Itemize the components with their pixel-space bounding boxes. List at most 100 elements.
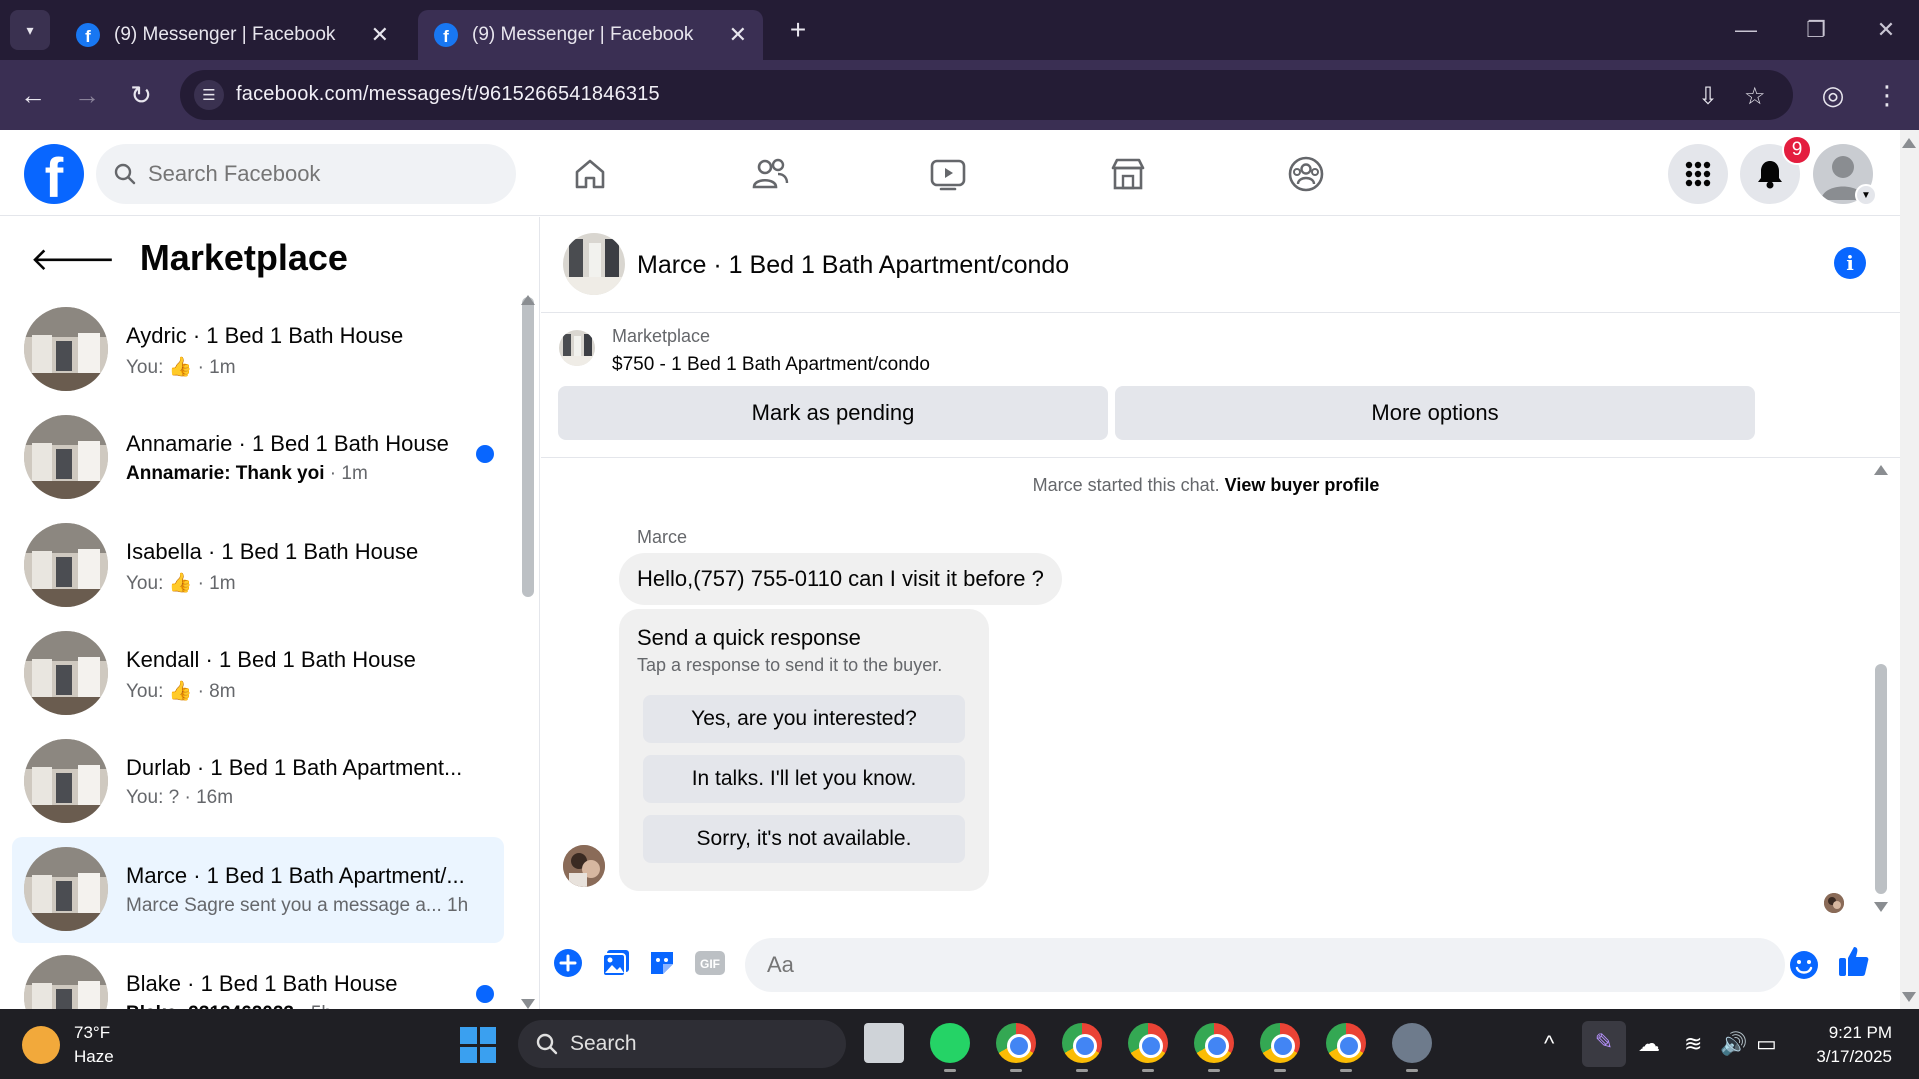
groups-icon[interactable] [1284,152,1328,196]
wifi-icon[interactable]: ≋ [1684,1031,1702,1057]
sticker-icon[interactable] [645,946,679,980]
gif-icon[interactable]: GIF [693,946,727,980]
marketplace-icon[interactable] [1106,152,1150,196]
task-view-icon[interactable] [864,1023,904,1063]
snippet-text: 👍 [168,357,193,378]
sender-name: Marce [637,527,688,547]
close-tab-icon[interactable]: ✕ [371,22,389,48]
facebook-logo[interactable]: f [24,144,84,204]
address-bar[interactable]: ☰ facebook.com/messages/t/96152665418463… [180,70,1793,120]
conversation-row[interactable]: Kendall · 1 Bed 1 Bath House You: 👍 · 8m [12,621,504,727]
chrome-icon[interactable] [996,1023,1036,1072]
reload-icon[interactable]: ↻ [120,74,162,116]
page-scrollbar[interactable] [1900,130,1919,1009]
quick-response-subtitle: Tap a response to send it to the buyer. [637,655,943,675]
scroll-down-arrow-icon[interactable] [1902,992,1916,1002]
plus-circle-icon[interactable] [551,946,585,980]
notification-count-badge: 9 [1782,135,1812,165]
whatsapp-icon[interactable] [930,1023,970,1072]
listing-price-title[interactable]: $750 - 1 Bed 1 Bath Apartment/condo [612,354,930,376]
conversation-thumbnail [24,631,108,715]
weather-widget[interactable]: 73°F Haze [22,1021,114,1069]
listing-thumbnail[interactable] [563,233,625,295]
chrome-profile-icon[interactable] [1062,1023,1102,1072]
close-window-icon[interactable]: ✕ [1866,12,1906,48]
pen-app-icon[interactable]: ✎ [1582,1021,1626,1067]
message-input-box[interactable] [745,938,1785,992]
listing-small-thumbnail[interactable] [559,330,595,366]
home-icon[interactable] [568,152,612,196]
chrome-profile-icon[interactable] [1326,1023,1366,1072]
scroll-down-arrow-icon[interactable] [521,999,535,1009]
snippet-prefix: You: [126,787,169,808]
video-icon[interactable] [926,152,970,196]
battery-icon[interactable]: ▭ [1756,1031,1777,1057]
back-arrow-icon[interactable]: ← [12,74,54,116]
conversation-row[interactable]: Aydric · 1 Bed 1 Bath House You: 👍 · 1m [12,297,504,403]
chrome-profile-icon[interactable] [1260,1023,1300,1072]
conversation-thumbnail [24,523,108,607]
chrome-profile-icon[interactable] [1194,1023,1234,1072]
quick-response-not-available-button[interactable]: Sorry, it's not available. [643,815,965,863]
scroll-up-arrow-icon[interactable] [1874,465,1888,475]
incoming-message-bubble[interactable]: Hello,(757) 755-0110 can I visit it befo… [619,553,1062,605]
quick-response-in-talks-button[interactable]: In talks. I'll let you know. [643,755,965,803]
conversation-row[interactable]: Annamarie · 1 Bed 1 Bath House Annamarie:… [12,405,504,511]
facebook-search-box[interactable] [96,144,516,204]
address-bar-url[interactable]: facebook.com/messages/t/9615266541846315 [236,83,660,106]
taskbar-clock[interactable]: 9:21 PM 3/17/2025 [1800,1021,1892,1069]
scroll-up-arrow-icon[interactable] [1902,138,1916,148]
browser-tab-2-active[interactable]: f (9) Messenger | Facebook ✕ [418,10,763,60]
show-hidden-icons-chevron-icon[interactable]: ^ [1544,1031,1554,1057]
view-buyer-profile-link[interactable]: View buyer profile [1225,475,1380,495]
scroll-up-arrow-icon[interactable] [521,295,535,305]
conversation-name: Blake · 1 Bed 1 Bath House [126,971,398,996]
gif-label: GIF [700,957,720,971]
info-icon[interactable]: i [1834,247,1866,279]
message-composer: GIF [541,912,1900,1008]
chrome-profile-icon[interactable] [1128,1023,1168,1072]
install-app-icon[interactable]: ⇩ [1698,82,1718,111]
chevron-down-icon[interactable]: ▼ [1855,184,1877,206]
new-tab-button[interactable]: + [780,12,816,48]
conversation-row[interactable]: Durlab · 1 Bed 1 Bath Apartment... You: ?… [12,729,504,835]
restore-window-icon[interactable]: ❐ [1796,12,1836,48]
more-options-button[interactable]: More options [1115,386,1755,440]
conversation-snippet: You: 👍 · 1m [126,571,236,595]
emoji-icon[interactable] [1787,948,1821,982]
message-input[interactable] [767,952,1667,978]
quick-response-interested-button[interactable]: Yes, are you interested? [643,695,965,743]
thread-scrollbar-thumb[interactable] [1875,664,1887,894]
scroll-down-arrow-icon[interactable] [1874,902,1888,912]
menu-grid-icon[interactable] [1668,144,1728,204]
minimize-window-icon[interactable]: — [1726,12,1766,48]
mark-as-pending-button[interactable]: Mark as pending [558,386,1108,440]
close-tab-icon[interactable]: ✕ [729,22,747,48]
photo-icon[interactable] [599,946,633,980]
thumbs-up-icon[interactable] [1837,944,1871,978]
forward-arrow-icon[interactable]: → [66,74,108,116]
conversation-thumbnail [24,415,108,499]
windows-start-icon[interactable] [460,1027,496,1063]
buyer-avatar[interactable] [563,845,605,887]
back-arrow-icon[interactable]: 🡐 [30,239,116,278]
onedrive-cloud-icon[interactable]: ☁ [1638,1031,1660,1057]
bookmark-star-icon[interactable]: ☆ [1744,82,1766,111]
settings-gear-icon[interactable] [1392,1023,1432,1072]
friends-icon[interactable] [748,152,792,196]
conversation-name: Isabella · 1 Bed 1 Bath House [126,539,419,564]
page-title: Marketplace [139,237,348,278]
list-scrollbar-thumb[interactable] [522,297,534,597]
site-info-icon[interactable]: ☰ [194,80,224,110]
tab-search-menu-button[interactable]: ▾ [10,10,50,50]
conversation-row[interactable]: Isabella · 1 Bed 1 Bath House You: 👍 · 1m [12,513,504,619]
browser-menu-icon[interactable]: ⋮ [1866,74,1908,116]
profile-icon[interactable]: ◎ [1812,74,1854,116]
conversation-row[interactable]: Marce · 1 Bed 1 Bath Apartment/... Marce … [12,837,504,943]
browser-tab-1[interactable]: f (9) Messenger | Facebook ✕ [60,10,405,60]
search-icon [536,1033,558,1055]
taskbar-search-box[interactable]: Search [518,1020,846,1068]
volume-icon[interactable]: 🔊 [1720,1031,1747,1057]
conversation-row[interactable]: Blake · 1 Bed 1 Bath HouseBlake: 9318462… [12,945,504,1009]
search-input[interactable] [148,161,468,187]
